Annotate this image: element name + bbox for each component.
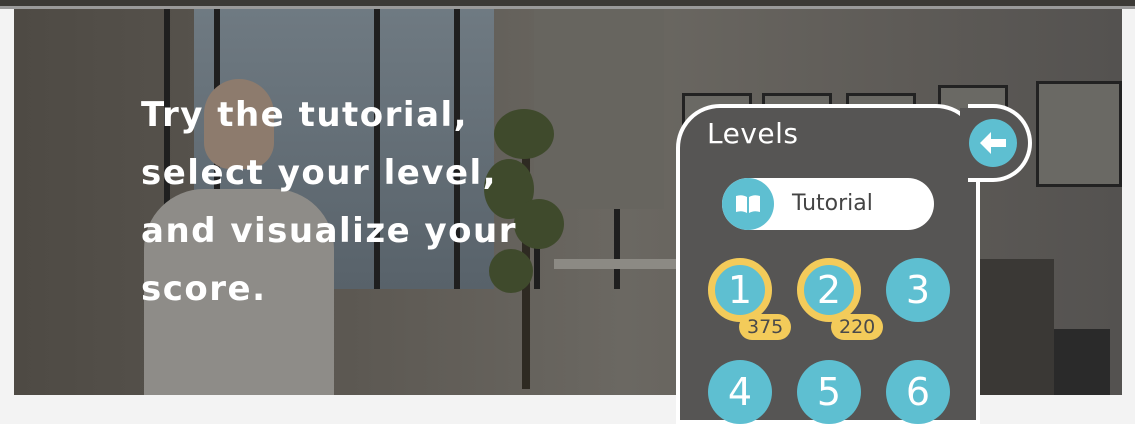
level-5-button[interactable]: 5	[797, 360, 861, 424]
level-6-button[interactable]: 6	[886, 360, 950, 424]
level-2-score-badge: 220	[831, 314, 884, 340]
level-number: 3	[905, 268, 931, 312]
level-number: 1	[727, 268, 753, 312]
level-number: 2	[816, 268, 842, 312]
tutorial-label: Tutorial	[792, 191, 873, 216]
book-icon	[736, 195, 760, 213]
level-4-button[interactable]: 4	[708, 360, 772, 424]
tutorial-icon-circle	[722, 178, 774, 230]
levels-title: Levels	[707, 117, 799, 150]
level-number: 5	[816, 370, 842, 414]
cabinet	[974, 259, 1054, 395]
level-1-score-badge: 375	[739, 314, 792, 340]
level-number: 6	[905, 370, 931, 414]
intro-line: and visualize your	[141, 211, 518, 251]
tutorial-button[interactable]: Tutorial	[722, 178, 934, 230]
arrow-left-icon	[980, 132, 1006, 154]
intro-line: Try the tutorial,	[141, 95, 469, 135]
level-2-button[interactable]: 2	[797, 258, 861, 322]
level-1-button[interactable]: 1	[708, 258, 772, 322]
wall-frame	[1036, 81, 1122, 187]
level-3-button[interactable]: 3	[886, 258, 950, 322]
intro-text: Try the tutorial, select your level, and…	[141, 86, 561, 318]
level-number: 4	[727, 370, 753, 414]
back-button[interactable]	[969, 119, 1017, 167]
intro-line: score.	[141, 269, 267, 309]
intro-line: select your level,	[141, 153, 498, 193]
trash-bin	[1054, 329, 1110, 395]
